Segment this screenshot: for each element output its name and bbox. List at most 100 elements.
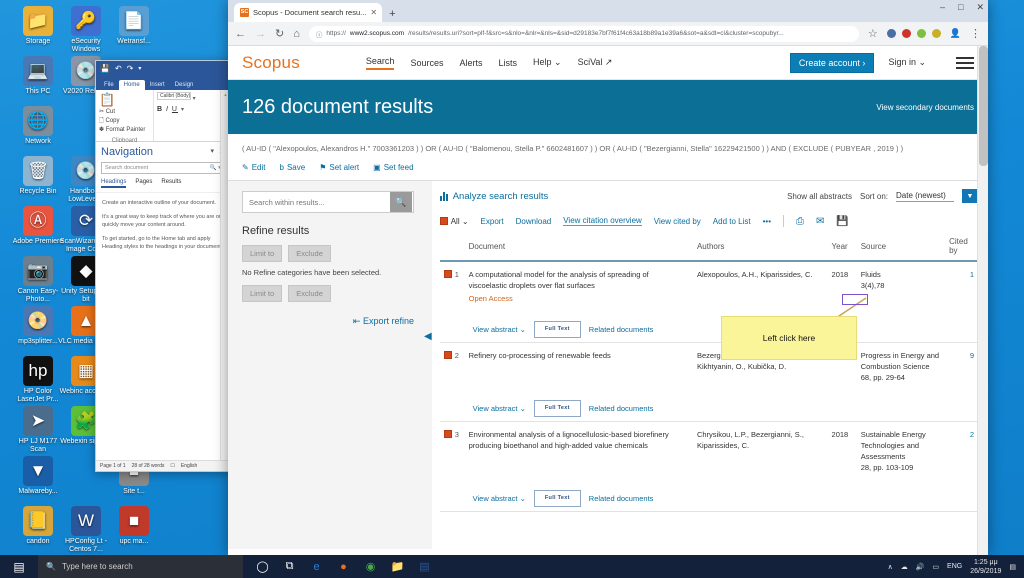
- show-all-abstracts-link[interactable]: Show all abstracts: [787, 192, 852, 201]
- save-to-list-icon[interactable]: 💾: [836, 216, 848, 227]
- view-abstract-link[interactable]: View abstract ⌄: [473, 493, 526, 504]
- extension-icon[interactable]: [917, 29, 926, 38]
- row-checkbox-cell[interactable]: 3: [440, 422, 465, 478]
- chevron-down-icon[interactable]: ▾: [193, 96, 196, 102]
- row-action-links[interactable]: View abstract ⌄ Full Text Related document…: [469, 394, 974, 417]
- proofing-icon[interactable]: ☐: [170, 463, 174, 469]
- document-title-link[interactable]: A computational model for the analysis o…: [469, 270, 649, 290]
- authors-cell[interactable]: Chrysikou, L.P., Bezergianni, S., Kipari…: [693, 422, 828, 478]
- table-row[interactable]: 3 Environmental analysis of a lignocellul…: [440, 422, 978, 478]
- scopus-nav-scival[interactable]: SciVal ↗: [578, 57, 613, 68]
- format-painter-button[interactable]: ✽ Format Painter: [99, 126, 145, 135]
- forward-icon[interactable]: →: [255, 28, 266, 40]
- back-icon[interactable]: ←: [235, 28, 246, 40]
- full-text-button[interactable]: Full Text: [534, 400, 581, 417]
- nav-tab-results[interactable]: Results: [161, 179, 181, 188]
- desktop-icon[interactable]: ■ upc ma...: [106, 506, 162, 546]
- related-documents-link[interactable]: Related documents: [589, 403, 654, 414]
- navigation-tabs[interactable]: Headings Pages Results: [101, 179, 225, 188]
- cited-by-count-link[interactable]: 1: [970, 270, 974, 279]
- full-text-button[interactable]: Full Text: [534, 321, 581, 338]
- scrollbar-thumb[interactable]: [979, 46, 988, 166]
- copy-button[interactable]: 🗋 Copy: [99, 117, 145, 126]
- word-quick-access-toolbar[interactable]: 💾 ↶ ↷ ▾: [96, 61, 230, 76]
- checkbox-icon[interactable]: [444, 351, 452, 359]
- query-action-edit[interactable]: ✎ Edit: [242, 163, 266, 172]
- reload-icon[interactable]: ↻: [275, 27, 284, 40]
- authors-cell[interactable]: Alexopoulos, A.H., Kiparissides, C.: [693, 261, 828, 308]
- firefox-icon[interactable]: ●: [336, 559, 351, 574]
- query-actions[interactable]: ✎ Edit ὚b Save ⚑ Set alert ▣ Set feed: [228, 159, 988, 181]
- new-tab-button[interactable]: +: [389, 8, 395, 20]
- navigation-pane-menu-icon[interactable]: ▾: [210, 147, 214, 155]
- cited-by-count-link[interactable]: 9: [970, 351, 974, 360]
- export-button[interactable]: Export: [481, 217, 504, 226]
- language-indicator[interactable]: ENG: [947, 563, 962, 570]
- refine-buttons-top[interactable]: Limit to Exclude: [242, 245, 414, 262]
- minimize-button[interactable]: –: [940, 2, 945, 13]
- checkbox-icon[interactable]: [444, 430, 452, 438]
- view-citation-overview-button[interactable]: View citation overview: [563, 216, 642, 226]
- desktop-icon[interactable]: 🌐 Network: [10, 106, 66, 146]
- ribbon-tab-insert[interactable]: Insert: [145, 80, 170, 90]
- row-checkbox-cell[interactable]: 2: [440, 343, 465, 388]
- show-hidden-icons-chevron[interactable]: ∧: [888, 563, 893, 571]
- scopus-nav-help[interactable]: Help ⌄: [533, 57, 562, 68]
- extension-icon[interactable]: [902, 29, 911, 38]
- sign-in-button[interactable]: Sign in ⌄: [888, 57, 926, 68]
- browser-toolbar[interactable]: ← → ↻ ⌂ ⓘ https://www2.scopus.com/result…: [228, 22, 988, 46]
- page-info-icon[interactable]: ⓘ: [316, 29, 323, 39]
- document-search-input[interactable]: Search document 🔍 ▾: [101, 162, 225, 174]
- file-explorer-icon[interactable]: 📁: [390, 559, 405, 574]
- hamburger-menu-icon[interactable]: [956, 54, 974, 72]
- related-documents-link[interactable]: Related documents: [589, 324, 654, 335]
- notifications-icon[interactable]: ▤: [1009, 563, 1016, 571]
- address-bar[interactable]: ⓘ https://www2.scopus.com/results/result…: [309, 26, 859, 42]
- th-authors[interactable]: Authors: [693, 235, 828, 261]
- redo-icon[interactable]: ↷: [127, 64, 134, 73]
- word-ribbon[interactable]: 📋 ✂ Cut 🗋 Copy ✽ Format Painter Clipboar…: [96, 90, 230, 142]
- collapse-sidebar-button[interactable]: ◀: [424, 331, 432, 342]
- chrome-browser-window[interactable]: SC Scopus - Document search resu... ✕ + …: [228, 0, 988, 555]
- analyze-search-results-link[interactable]: Analyze search results: [440, 191, 549, 202]
- bold-button[interactable]: B: [157, 106, 163, 113]
- create-account-button[interactable]: Create account ›: [790, 53, 875, 73]
- download-button[interactable]: Download: [516, 217, 552, 226]
- taskbar-app-icons[interactable]: ◯ ⧉ e ● ◉ 📁 ▤: [243, 559, 432, 574]
- maximize-button[interactable]: □: [958, 2, 963, 13]
- paste-icon[interactable]: 📋: [99, 92, 115, 108]
- full-text-button[interactable]: Full Text: [534, 490, 581, 507]
- language-status[interactable]: English: [181, 463, 197, 469]
- edge-icon[interactable]: e: [309, 559, 324, 574]
- cloud-icon[interactable]: ☁: [901, 563, 908, 571]
- start-button-icon[interactable]: ▤: [0, 560, 38, 574]
- cut-button[interactable]: ✂ Cut: [99, 108, 145, 117]
- extension-icon[interactable]: [932, 29, 941, 38]
- bookmark-star-icon[interactable]: ☆: [868, 27, 878, 40]
- table-row[interactable]: 1 A computational model for the analysis …: [440, 261, 978, 308]
- row-action-links[interactable]: View abstract ⌄ Full Text Related document…: [469, 484, 974, 507]
- clock[interactable]: 1:25 μμ 26/9/2019: [970, 558, 1001, 576]
- cited-by-count-link[interactable]: 2: [970, 430, 974, 439]
- chevron-down-icon[interactable]: ▼: [962, 189, 978, 203]
- window-controls[interactable]: – □ ✕: [940, 2, 984, 13]
- chrome-menu-icon[interactable]: ⋮: [970, 27, 981, 40]
- more-icon[interactable]: ▾: [138, 65, 141, 72]
- scopus-logo[interactable]: Scopus: [242, 53, 300, 73]
- italic-button[interactable]: I: [166, 106, 169, 113]
- taskbar-search-box[interactable]: 🔍 Type here to search: [38, 555, 243, 578]
- add-to-list-button[interactable]: Add to List: [713, 217, 751, 226]
- limit-to-button-top[interactable]: Limit to: [242, 245, 282, 262]
- chrome-icon[interactable]: ◉: [363, 559, 378, 574]
- font-name-select[interactable]: Calibri (Body): [157, 92, 191, 100]
- nav-tab-headings[interactable]: Headings: [101, 179, 126, 188]
- source-title[interactable]: Sustainable Energy Technologies and Asse…: [861, 430, 926, 461]
- desktop-icon[interactable]: 📄 Wetransf...: [106, 6, 162, 46]
- limit-to-button-bottom[interactable]: Limit to: [242, 285, 282, 302]
- sort-select-value[interactable]: Date (newest): [896, 191, 954, 202]
- more-format-icon[interactable]: ▾: [181, 107, 185, 113]
- more-options-button[interactable]: •••: [763, 217, 771, 226]
- row-checkbox-cell[interactable]: 1: [440, 261, 465, 308]
- windows-taskbar[interactable]: ▤ 🔍 Type here to search ◯ ⧉ e ● ◉ 📁 ▤ ∧ ☁ 🔊 …: [0, 555, 1024, 578]
- email-icon[interactable]: ✉: [816, 216, 824, 227]
